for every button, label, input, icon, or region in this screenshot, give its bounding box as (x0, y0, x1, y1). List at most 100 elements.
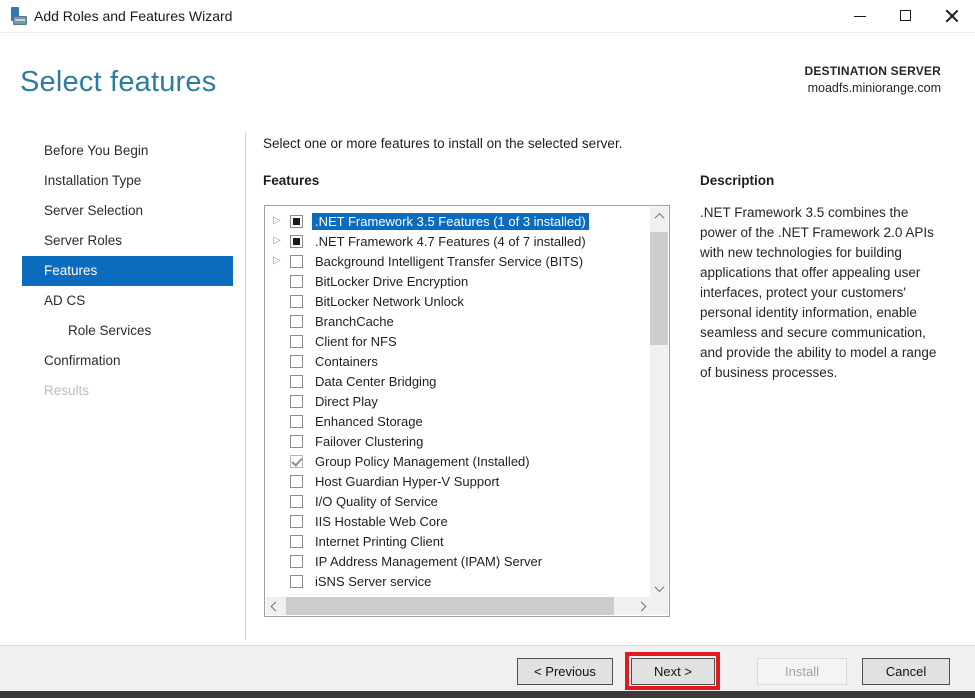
install-button[interactable]: Install (757, 658, 847, 685)
scroll-up-button[interactable] (650, 207, 668, 225)
sidebar-item-confirmation[interactable]: Confirmation (22, 346, 233, 376)
feature-checkbox[interactable] (290, 374, 303, 388)
close-icon (945, 9, 959, 23)
destination-server-name: moadfs.miniorange.com (807, 81, 941, 95)
feature-row[interactable]: ▷ Data Center Bridging (266, 371, 650, 391)
feature-row[interactable]: ▷ BitLocker Network Unlock (266, 291, 650, 311)
feature-checkbox[interactable] (290, 214, 303, 228)
feature-checkbox[interactable] (290, 274, 303, 288)
feature-label[interactable]: Internet Printing Client (312, 533, 447, 550)
feature-row[interactable]: ▷ .NET Framework 4.7 Features (4 of 7 in… (266, 231, 650, 251)
feature-label[interactable]: .NET Framework 3.5 Features (1 of 3 inst… (312, 212, 589, 230)
feature-checkbox[interactable] (290, 294, 303, 308)
feature-checkbox[interactable] (290, 534, 303, 548)
chevron-up-icon (654, 212, 664, 223)
feature-checkbox[interactable] (290, 574, 303, 588)
features-listbox: ▷ .NET Framework 3.5 Features (1 of 3 in… (264, 205, 670, 617)
description-heading: Description (700, 173, 775, 188)
chevron-down-icon (654, 581, 664, 592)
feature-label[interactable]: Group Policy Management (Installed) (312, 453, 533, 470)
taskbar-edge (0, 691, 975, 698)
feature-label[interactable]: .NET Framework 4.7 Features (4 of 7 inst… (312, 233, 589, 250)
feature-label[interactable]: BitLocker Network Unlock (312, 293, 467, 310)
feature-label[interactable]: Background Intelligent Transfer Service … (312, 253, 586, 270)
sidebar-item-label: Features (44, 263, 98, 278)
scroll-left-button[interactable] (266, 597, 284, 615)
feature-checkbox[interactable] (290, 514, 303, 528)
feature-checkbox[interactable] (290, 554, 303, 568)
features-rows: ▷ .NET Framework 3.5 Features (1 of 3 in… (266, 207, 650, 597)
feature-row[interactable]: ▷ IIS Hostable Web Core (266, 511, 650, 531)
sidebar-item-before-you-begin[interactable]: Before You Begin (22, 136, 233, 166)
sidebar-item-server-selection[interactable]: Server Selection (22, 196, 233, 226)
feature-label[interactable]: Data Center Bridging (312, 373, 439, 390)
feature-label[interactable]: Client for NFS (312, 333, 400, 350)
next-button[interactable]: Next > (631, 658, 715, 685)
feature-row[interactable]: ▷ I/O Quality of Service (266, 491, 650, 511)
feature-row[interactable]: ▷ Containers (266, 351, 650, 371)
sidebar-item-results: Results (22, 376, 233, 406)
feature-checkbox[interactable] (290, 234, 303, 248)
feature-row[interactable]: ▷ Internet Printing Client (266, 531, 650, 551)
sidebar-item-label: AD CS (44, 293, 86, 308)
feature-row[interactable]: ▷ Failover Clustering (266, 431, 650, 451)
cancel-button[interactable]: Cancel (862, 658, 950, 685)
maximize-button[interactable] (883, 0, 929, 33)
feature-checkbox[interactable] (290, 394, 303, 408)
sidebar-item-features[interactable]: Features (22, 256, 233, 286)
feature-row[interactable]: ▷ Direct Play (266, 391, 650, 411)
feature-label[interactable]: Containers (312, 353, 381, 370)
feature-checkbox[interactable] (290, 434, 303, 448)
feature-checkbox[interactable] (290, 454, 303, 468)
feature-label[interactable]: Enhanced Storage (312, 413, 426, 430)
feature-row[interactable]: ▷ IP Address Management (IPAM) Server (266, 551, 650, 571)
chevron-right-icon (636, 601, 646, 611)
feature-row[interactable]: ▷ BranchCache (266, 311, 650, 331)
expand-arrow-icon[interactable]: ▷ (273, 211, 285, 231)
sidebar-item-role-services[interactable]: Role Services (22, 316, 233, 346)
sidebar-item-ad-cs[interactable]: AD CS (22, 286, 233, 316)
feature-row[interactable]: ▷ Group Policy Management (Installed) (266, 451, 650, 471)
feature-label[interactable]: Host Guardian Hyper-V Support (312, 473, 502, 490)
minimize-icon (854, 16, 866, 17)
feature-label[interactable]: Failover Clustering (312, 433, 426, 450)
feature-checkbox[interactable] (290, 314, 303, 328)
feature-row[interactable]: ▷ Client for NFS (266, 331, 650, 351)
vertical-scroll-thumb[interactable] (650, 232, 668, 345)
feature-checkbox[interactable] (290, 494, 303, 508)
feature-checkbox[interactable] (290, 254, 303, 268)
previous-button[interactable]: < Previous (517, 658, 613, 685)
feature-row[interactable]: ▷ Enhanced Storage (266, 411, 650, 431)
minimize-button[interactable] (837, 0, 883, 33)
feature-label[interactable]: BitLocker Drive Encryption (312, 273, 471, 290)
feature-label[interactable]: I/O Quality of Service (312, 493, 441, 510)
feature-checkbox[interactable] (290, 334, 303, 348)
titlebar: Add Roles and Features Wizard (0, 0, 975, 33)
vertical-scrollbar[interactable] (650, 207, 668, 597)
feature-label[interactable]: iSNS Server service (312, 573, 434, 590)
feature-label[interactable]: Direct Play (312, 393, 381, 410)
feature-row[interactable]: ▷ BitLocker Drive Encryption (266, 271, 650, 291)
sidebar-divider (245, 132, 246, 640)
scroll-right-button[interactable] (632, 597, 650, 615)
chevron-left-icon (270, 601, 280, 611)
feature-row[interactable]: ▷ Background Intelligent Transfer Servic… (266, 251, 650, 271)
sidebar-item-installation-type[interactable]: Installation Type (22, 166, 233, 196)
feature-label[interactable]: IP Address Management (IPAM) Server (312, 553, 545, 570)
horizontal-scrollbar[interactable] (266, 597, 650, 615)
expand-arrow-icon[interactable]: ▷ (273, 231, 285, 251)
feature-checkbox[interactable] (290, 474, 303, 488)
feature-checkbox[interactable] (290, 354, 303, 368)
close-button[interactable] (929, 0, 975, 33)
scroll-down-button[interactable] (650, 579, 668, 597)
page-title: Select features (20, 66, 217, 98)
horizontal-scroll-thumb[interactable] (286, 597, 614, 615)
feature-label[interactable]: IIS Hostable Web Core (312, 513, 451, 530)
feature-row[interactable]: ▷ .NET Framework 3.5 Features (1 of 3 in… (266, 211, 650, 231)
sidebar-item-server-roles[interactable]: Server Roles (22, 226, 233, 256)
feature-row[interactable]: ▷ iSNS Server service (266, 571, 650, 591)
feature-checkbox[interactable] (290, 414, 303, 428)
feature-row[interactable]: ▷ Host Guardian Hyper-V Support (266, 471, 650, 491)
expand-arrow-icon[interactable]: ▷ (273, 251, 285, 271)
feature-label[interactable]: BranchCache (312, 313, 397, 330)
